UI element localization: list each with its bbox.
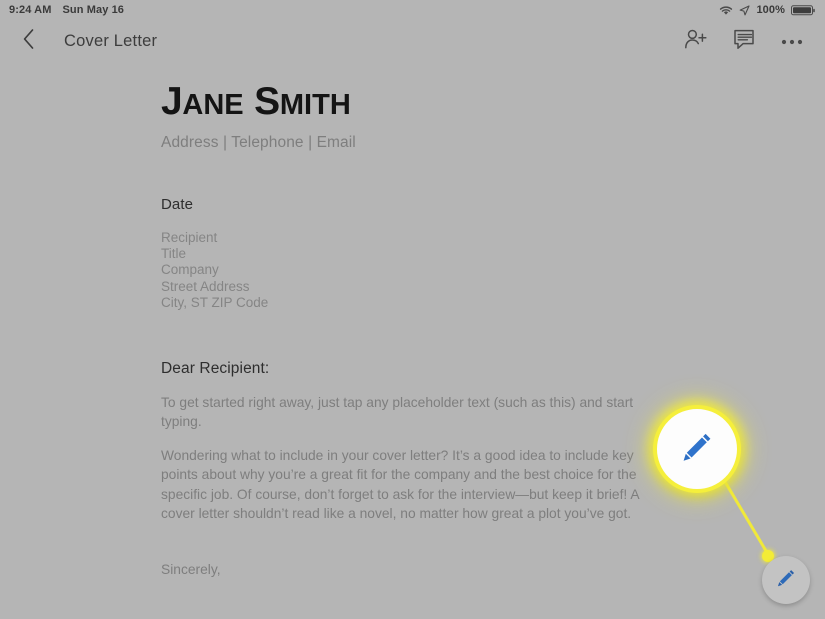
document-recipient-block[interactable]: Recipient Title Company Street Address C… [161, 230, 825, 311]
document-contact-line[interactable]: Address | Telephone | Email [161, 134, 825, 152]
more-options-button[interactable] [777, 26, 807, 56]
back-button[interactable] [12, 24, 46, 58]
author-firstname-rest: ANE [182, 89, 244, 121]
status-clock: 9:24 AM [9, 4, 52, 16]
recipient-line[interactable]: Title [161, 246, 825, 262]
status-bar-left: 9:24 AM Sun May 16 [9, 4, 124, 16]
battery-icon [791, 4, 815, 16]
status-bar-right: 100% [719, 4, 815, 16]
author-firstname-initial: J [161, 80, 183, 123]
status-bar: 9:24 AM Sun May 16 100% [0, 0, 825, 20]
document-signoff[interactable]: Sincerely, [161, 562, 825, 577]
recipient-line[interactable]: City, ST ZIP Code [161, 295, 825, 311]
pencil-edit-icon [774, 566, 798, 595]
app-bar: Cover Letter [0, 20, 825, 62]
pencil-edit-icon [677, 427, 717, 472]
author-lastname-rest: MITH [279, 89, 351, 121]
document-salutation[interactable]: Dear Recipient: [161, 360, 825, 378]
page-title: Cover Letter [64, 31, 158, 50]
share-add-person-button[interactable] [681, 26, 711, 56]
battery-percent-label: 100% [756, 4, 785, 16]
wifi-icon [719, 5, 733, 16]
more-options-icon [781, 32, 803, 50]
location-arrow-icon [739, 4, 751, 16]
comments-button[interactable] [729, 26, 759, 56]
comment-icon [733, 28, 755, 55]
edit-fab-button[interactable] [762, 556, 810, 604]
document-paragraph-1[interactable]: To get started right away, just tap any … [161, 393, 651, 432]
document-paragraph-2[interactable]: Wondering what to include in your cover … [161, 446, 651, 524]
callout-magnifier [653, 405, 741, 493]
document-canvas: JANE SMITH Address | Telephone | Email D… [0, 62, 825, 619]
add-person-icon [684, 28, 708, 55]
status-date: Sun May 16 [62, 4, 125, 16]
recipient-line[interactable]: Company [161, 262, 825, 278]
recipient-line[interactable]: Recipient [161, 230, 825, 246]
back-arrow-icon [21, 28, 37, 55]
recipient-line[interactable]: Street Address [161, 279, 825, 295]
document-date-placeholder[interactable]: Date [161, 196, 825, 213]
author-lastname-initial: S [254, 80, 280, 123]
document-author-name[interactable]: JANE SMITH [161, 80, 825, 127]
app-bar-actions [681, 26, 811, 56]
